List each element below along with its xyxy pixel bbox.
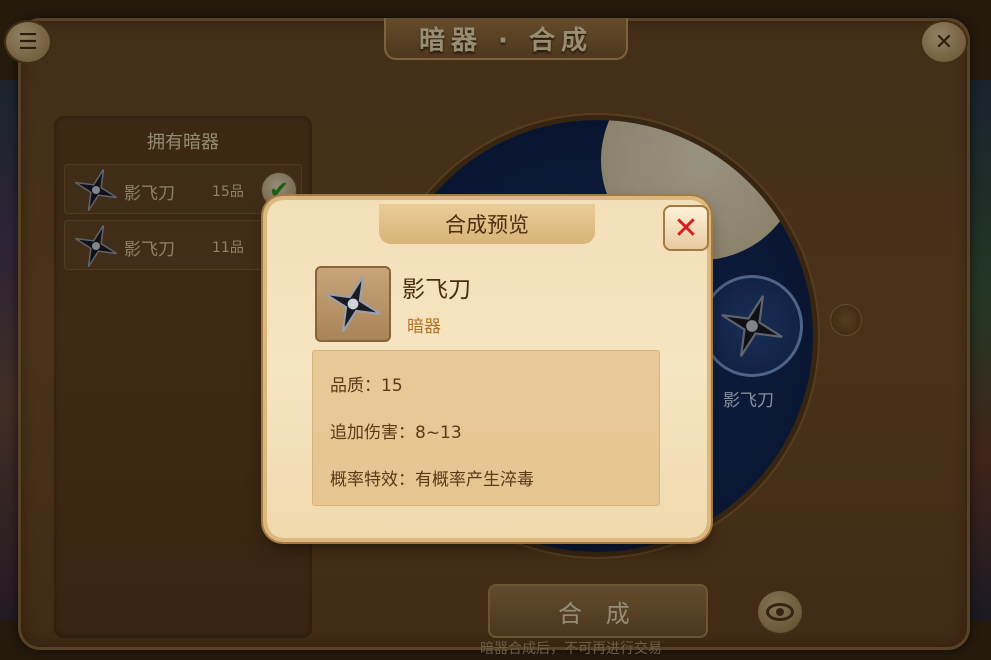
stat-extra-damage: 追加伤害：8~13 [330,418,462,443]
stat-value: 15 [381,376,403,396]
stat-label: 追加伤害： [330,423,415,443]
shuriken-icon [324,275,382,333]
close-icon: ✕ [673,210,699,246]
item-type: 暗器 [407,317,441,337]
stat-proc-effect: 概率特效：有概率产生淬毒 [330,465,534,490]
stat-quality: 品质：15 [330,371,403,396]
stat-value: 有概率产生淬毒 [415,470,534,490]
modal-title: 合成预览 [379,204,595,244]
synthesis-preview-modal: 合成预览 ✕ 影飞刀 暗器 品质：15 追加伤害：8~13 概率特效：有概率产生… [267,200,709,538]
stat-label: 品质： [330,376,381,396]
item-name: 影飞刀 [402,277,471,303]
item-icon-frame [315,266,391,342]
stat-label: 概率特效： [330,470,415,490]
modal-close-button[interactable]: ✕ [663,205,709,251]
stat-value: 8~13 [415,423,462,443]
item-stats-box: 品质：15 追加伤害：8~13 概率特效：有概率产生淬毒 [312,350,660,506]
